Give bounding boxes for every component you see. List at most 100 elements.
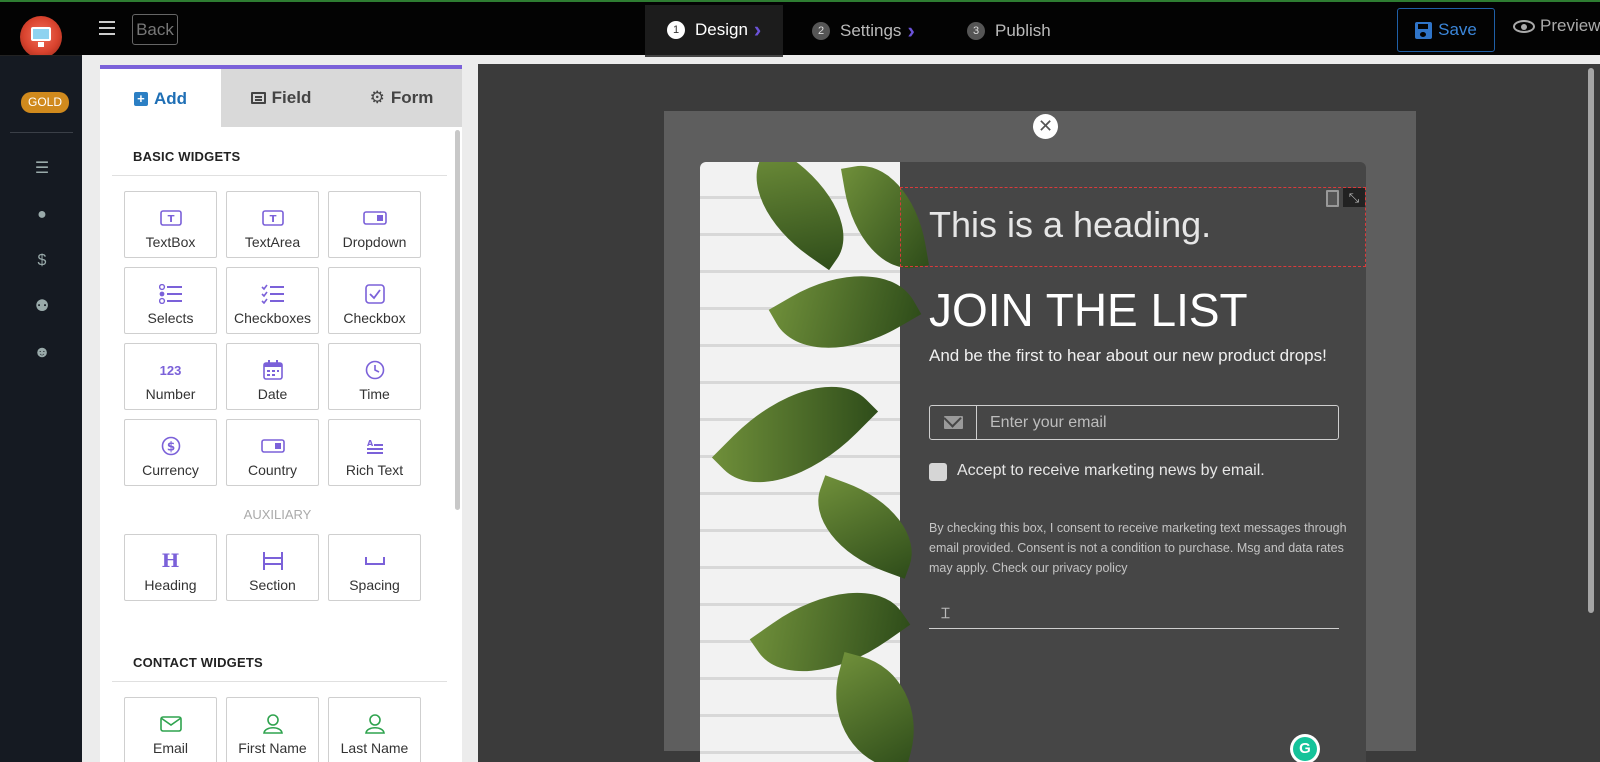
section-divider bbox=[112, 175, 447, 176]
step-publish[interactable]: 3 Publish bbox=[967, 5, 1051, 57]
widget-label: TextArea bbox=[244, 234, 301, 250]
svg-text:A: A bbox=[367, 439, 374, 448]
heading-icon: H bbox=[161, 550, 180, 572]
widget-label: TextBox bbox=[145, 234, 196, 250]
popup-subtitle[interactable]: And be the first to hear about our new p… bbox=[929, 346, 1327, 366]
close-icon[interactable]: ✕ bbox=[1033, 114, 1058, 139]
widget-time[interactable]: Time bbox=[328, 343, 421, 410]
widget-label: Dropdown bbox=[342, 234, 407, 250]
top-bar: Back 1 Design › 2 Settings › 3 Publish S… bbox=[0, 0, 1600, 58]
rich-text-field[interactable]: ⌶ bbox=[929, 599, 1339, 629]
widget-label: Heading bbox=[144, 577, 197, 593]
step-settings[interactable]: 2 Settings › bbox=[812, 5, 915, 57]
widget-heading[interactable]: H Heading bbox=[124, 534, 217, 601]
chevron-right-icon: › bbox=[907, 18, 915, 43]
user-icon bbox=[227, 714, 318, 734]
preview-button[interactable]: Preview bbox=[1513, 16, 1600, 36]
widget-label: Time bbox=[359, 386, 390, 402]
marketing-checkbox-label[interactable]: Accept to receive marketing news by emai… bbox=[957, 462, 1265, 480]
spacing-icon bbox=[329, 551, 420, 571]
plus-square-icon: + bbox=[133, 92, 148, 106]
envelope-icon bbox=[125, 714, 216, 734]
popup-form: This is a heading. ⤡ JOIN THE LIST And b… bbox=[700, 162, 1366, 762]
preview-label: Preview bbox=[1540, 16, 1600, 35]
widget-section[interactable]: Section bbox=[226, 534, 319, 601]
smile-icon[interactable]: ☻ bbox=[32, 343, 52, 363]
widget-number[interactable]: 123 Number bbox=[124, 343, 217, 410]
plant-image bbox=[700, 162, 932, 762]
app-logo[interactable] bbox=[20, 16, 62, 58]
widget-panel: + Add Field ⚙ Form BASIC WIDGETS T TextB… bbox=[100, 65, 462, 762]
widget-label: Rich Text bbox=[345, 462, 404, 478]
email-field[interactable]: Enter your email bbox=[929, 405, 1339, 440]
widget-selects[interactable]: Selects bbox=[124, 267, 217, 334]
section-icon bbox=[227, 551, 318, 571]
panel-tabs: + Add Field ⚙ Form bbox=[100, 69, 462, 129]
canvas-scrollbar[interactable] bbox=[1588, 68, 1594, 613]
step-label: Publish bbox=[995, 21, 1051, 40]
tab-field[interactable]: Field bbox=[221, 69, 341, 127]
checkbox-icon bbox=[329, 284, 420, 304]
rail-divider bbox=[10, 132, 73, 133]
step-design[interactable]: 1 Design › bbox=[645, 5, 784, 57]
consent-text[interactable]: By checking this box, I consent to recei… bbox=[929, 518, 1347, 578]
popup-title[interactable]: JOIN THE LIST bbox=[929, 283, 1248, 337]
widget-email[interactable]: Email bbox=[124, 697, 217, 762]
rich-text-icon: A bbox=[329, 436, 420, 456]
menu-icon[interactable] bbox=[99, 21, 115, 35]
users-icon[interactable]: ⚉ bbox=[32, 297, 52, 317]
popup-heading[interactable]: This is a heading. bbox=[929, 204, 1211, 246]
widget-checkboxes[interactable]: Checkboxes bbox=[226, 267, 319, 334]
tab-add[interactable]: + Add bbox=[100, 69, 221, 129]
back-button[interactable]: Back bbox=[132, 14, 178, 45]
envelope-icon bbox=[944, 416, 963, 429]
email-input[interactable]: Enter your email bbox=[990, 414, 1107, 432]
widget-label: Email bbox=[152, 740, 188, 756]
widget-label: Currency bbox=[142, 462, 199, 478]
widget-rich-text[interactable]: A Rich Text bbox=[328, 419, 421, 486]
tab-form[interactable]: ⚙ Form bbox=[341, 69, 462, 127]
textbox-icon: T bbox=[125, 208, 216, 228]
user-icon[interactable]: ● bbox=[32, 205, 52, 225]
clock-icon bbox=[329, 360, 420, 380]
expand-icon[interactable]: ⤡ bbox=[1343, 188, 1365, 207]
step-number: 2 bbox=[812, 22, 830, 40]
heading-block[interactable]: This is a heading. ⤡ bbox=[900, 187, 1366, 267]
list-icon[interactable]: ☰ bbox=[32, 159, 52, 179]
grammarly-icon[interactable] bbox=[1290, 734, 1320, 762]
dropdown-icon bbox=[329, 208, 420, 228]
widget-label: Checkbox bbox=[343, 310, 406, 326]
currency-icon: $ bbox=[125, 436, 216, 456]
widget-dropdown[interactable]: Dropdown bbox=[328, 191, 421, 258]
widget-label: Section bbox=[249, 577, 296, 593]
widget-currency[interactable]: $ Currency bbox=[124, 419, 217, 486]
widget-last-name[interactable]: Last Name bbox=[328, 697, 421, 762]
widget-label: Date bbox=[257, 386, 288, 402]
widget-label: Spacing bbox=[349, 577, 400, 593]
gear-icon: ⚙ bbox=[369, 88, 385, 107]
checklist-icon bbox=[227, 284, 318, 304]
copy-icon[interactable] bbox=[1326, 190, 1339, 207]
dropdown-icon bbox=[227, 436, 318, 456]
widget-textarea[interactable]: T TextArea bbox=[226, 191, 319, 258]
widget-label: First Name bbox=[238, 740, 307, 756]
widget-spacing[interactable]: Spacing bbox=[328, 534, 421, 601]
save-label: Save bbox=[1438, 20, 1477, 39]
dollar-icon[interactable]: $ bbox=[32, 251, 52, 271]
widget-first-name[interactable]: First Name bbox=[226, 697, 319, 762]
widget-country[interactable]: Country bbox=[226, 419, 319, 486]
tab-label: Form bbox=[390, 88, 434, 107]
marketing-checkbox[interactable] bbox=[929, 463, 947, 481]
widget-date[interactable]: Date bbox=[226, 343, 319, 410]
tab-label: Add bbox=[153, 89, 188, 108]
tab-label: Field bbox=[271, 88, 312, 107]
widget-label: Last Name bbox=[340, 740, 409, 756]
left-rail: GOLD ☰ ● $ ⚉ ☻ bbox=[0, 55, 82, 762]
widget-textbox[interactable]: T TextBox bbox=[124, 191, 217, 258]
svg-text:T: T bbox=[269, 214, 276, 225]
list-alt-icon bbox=[250, 92, 266, 104]
selects-icon bbox=[125, 284, 216, 304]
widget-checkbox[interactable]: Checkbox bbox=[328, 267, 421, 334]
panel-scrollbar[interactable] bbox=[455, 130, 460, 510]
save-button[interactable]: Save bbox=[1397, 8, 1495, 52]
